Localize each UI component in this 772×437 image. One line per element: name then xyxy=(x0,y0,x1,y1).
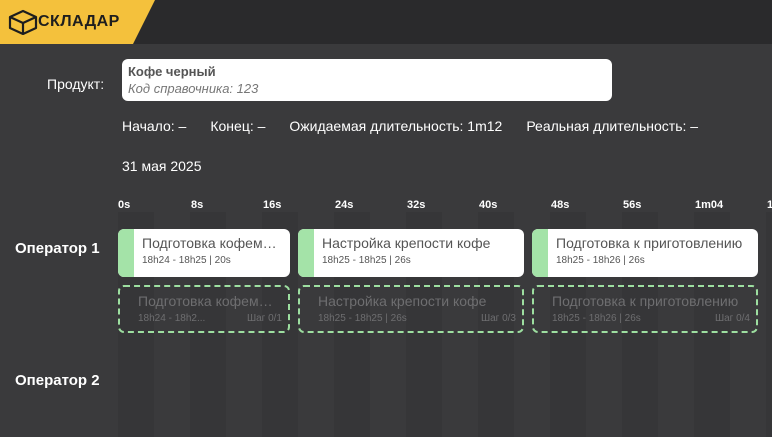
operator-label: Оператор 2 xyxy=(15,372,100,389)
time-tick: 16s xyxy=(263,199,282,211)
end-time: Конец: – xyxy=(210,118,266,134)
time-tick: 1m04 xyxy=(695,199,724,211)
task-title: Настройка крепости кофе xyxy=(322,235,491,251)
time-tick: 24s xyxy=(335,199,354,211)
time-tick: 1 xyxy=(767,199,772,211)
operator-label: Оператор 1 xyxy=(15,240,100,257)
time-tick: 32s xyxy=(407,199,426,211)
planned-task-time: 18h25 - 18h26 | 26s xyxy=(552,313,641,324)
planned-task-card[interactable]: Подготовка кофемашины 18h24 - 18h2... Ша… xyxy=(118,285,290,333)
time-tick: 56s xyxy=(623,199,642,211)
task-card[interactable]: Настройка крепости кофе 18h25 - 18h25 | … xyxy=(298,229,524,277)
time-tick: 8s xyxy=(191,199,204,211)
planned-task-title: Настройка крепости кофе xyxy=(318,293,487,309)
planned-task-title: Подготовка кофемашины xyxy=(138,293,278,309)
app-name: СКЛАДАР xyxy=(38,13,120,30)
task-card[interactable]: Подготовка к приготовлению 18h25 - 18h26… xyxy=(532,229,758,277)
task-card[interactable]: Подготовка кофемашины 18h24 - 18h25 | 20… xyxy=(118,229,290,277)
task-status-bar xyxy=(532,229,548,277)
box-icon xyxy=(8,9,38,35)
task-status-bar xyxy=(118,229,134,277)
expected-duration: Ожидаемая длительность: 1m12 xyxy=(289,118,503,134)
planned-task-step: Шаг 0/3 xyxy=(480,313,516,324)
actual-duration: Реальная длительность: – xyxy=(526,118,699,134)
product-label: Продукт: xyxy=(47,76,105,92)
meta-row: Начало: – Конец: – Ожидаемая длительност… xyxy=(122,118,722,134)
time-tick: 40s xyxy=(479,199,498,211)
planned-task-card[interactable]: Подготовка к приготовлению 18h25 - 18h26… xyxy=(532,285,758,333)
task-status-bar xyxy=(298,229,314,277)
time-tick: 48s xyxy=(551,199,570,211)
product-code: Код справочника: 123 xyxy=(128,81,259,96)
app-logo[interactable]: СКЛАДАР xyxy=(0,0,155,44)
planned-task-card[interactable]: Настройка крепости кофе 18h25 - 18h25 | … xyxy=(298,285,524,333)
product-field[interactable]: Кофе черный Код справочника: 123 xyxy=(122,59,612,101)
planned-task-step: Шаг 0/1 xyxy=(246,313,282,324)
start-time: Начало: – xyxy=(122,118,187,134)
product-name: Кофе черный xyxy=(128,64,216,79)
time-tick: 0s xyxy=(118,199,131,211)
planned-task-step: Шаг 0/4 xyxy=(714,313,750,324)
task-title: Подготовка кофемашины xyxy=(142,235,284,251)
grid-column xyxy=(766,212,772,437)
task-time: 18h25 - 18h25 | 26s xyxy=(322,255,411,266)
planned-task-time: 18h25 - 18h25 | 26s xyxy=(318,313,407,324)
task-title: Подготовка к приготовлению xyxy=(556,235,743,251)
date-label: 31 мая 2025 xyxy=(122,158,202,174)
task-time: 18h25 - 18h26 | 26s xyxy=(556,255,645,266)
task-time: 18h24 - 18h25 | 20s xyxy=(142,255,231,266)
planned-task-time: 18h24 - 18h2... xyxy=(138,313,206,324)
planned-task-title: Подготовка к приготовлению xyxy=(552,293,739,309)
